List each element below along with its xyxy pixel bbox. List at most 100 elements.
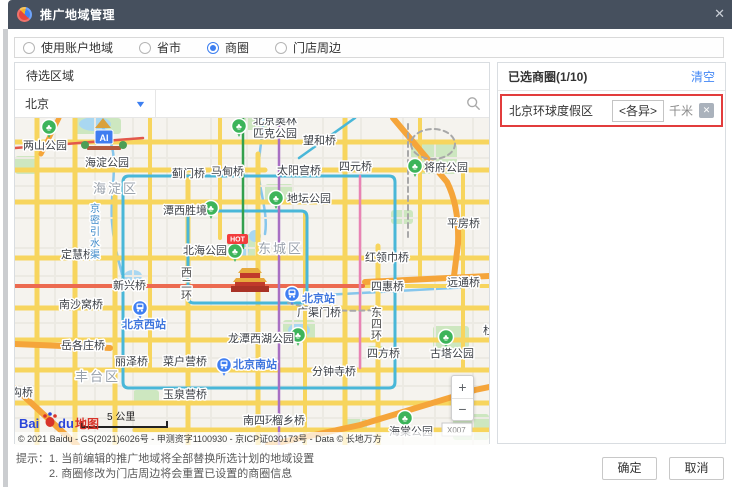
radius-unit-label: 千米	[668, 104, 693, 118]
mode-radio-label: 门店周边	[293, 41, 342, 55]
map-label: 远通桥	[447, 276, 480, 289]
map-label: 海淀区	[93, 181, 138, 196]
map-label: 东城区	[258, 241, 303, 256]
map-label: 北京西站	[122, 317, 166, 331]
map-label: 龙潭西湖公园	[228, 332, 294, 345]
map-label: 海淀公园	[85, 155, 129, 169]
mode-radio-1[interactable]: 省市	[139, 39, 181, 56]
map-label: 四方桥	[367, 346, 400, 360]
svg-text:♣: ♣	[443, 333, 449, 343]
confirm-button[interactable]: 确定	[602, 457, 657, 480]
map-label: 北海公园	[183, 243, 227, 257]
map-label: 潭西胜境	[163, 203, 207, 217]
hint-line-1: 1. 当前编辑的推广地域将全部替换所选计划的地域设置	[49, 453, 315, 465]
map-label: 地坛公园	[287, 192, 331, 205]
candidate-area-panel: 待选区域 北京 ▼ AI ♣ ♣ ♣ ♣ ♣ ♣ HOT ♣ ♣ ♣ 北京奥林 匹克公园 两山公园 望和桥海…	[14, 62, 490, 445]
search-input[interactable]	[156, 90, 489, 117]
radio-icon[interactable]	[23, 41, 35, 54]
map-label: 蓟门桥	[172, 166, 205, 180]
map-label: 菜户营桥	[163, 354, 207, 368]
map-label: 北京奥林	[253, 118, 297, 127]
close-icon[interactable]: ✕	[714, 6, 725, 22]
mode-radio-label: 使用账户地域	[41, 41, 114, 55]
map-label: 新兴桥	[113, 278, 146, 292]
svg-text:AI: AI	[100, 133, 109, 143]
map-zoom-control: + −	[451, 375, 474, 421]
selected-zones-panel: 已选商圈(1/10) 清空 北京环球度假区 千米 ✕	[497, 62, 726, 444]
svg-text:du: du	[58, 416, 74, 431]
map-label: 广渠门桥	[297, 305, 341, 319]
svg-text:♣: ♣	[273, 194, 279, 204]
map-toolbar: 北京 ▼	[15, 90, 489, 118]
screen: 推广地域管理 ✕ 使用账户地域 省市 商圈 门店周边 待选区域 北京 ▼ AI ♣ ♣ ♣	[0, 0, 732, 487]
app-logo-icon	[17, 7, 32, 22]
mode-radio-label: 省市	[157, 41, 182, 55]
map-label: 平房桥	[447, 217, 480, 230]
map-label: 分钟寺桥	[312, 364, 356, 378]
map-label: 丽泽桥	[115, 355, 148, 368]
map-attribution-text: © 2021 Baidu - GS(2021)6026号 - 甲测资字11009…	[18, 433, 382, 444]
svg-text:♣: ♣	[232, 247, 238, 257]
hint-prefix: 提示：	[16, 453, 49, 465]
map-label: 四惠桥	[371, 279, 404, 293]
city-select[interactable]: 北京 ▼	[15, 90, 156, 117]
radio-selected-icon[interactable]	[207, 41, 220, 54]
svg-text:5 公里: 5 公里	[107, 411, 135, 423]
chevron-down-icon: ▼	[134, 98, 147, 109]
map-label-vertical: 西二环	[181, 267, 192, 302]
search-icon[interactable]	[466, 96, 481, 111]
svg-text:♣: ♣	[236, 122, 242, 132]
radio-icon[interactable]	[139, 41, 152, 54]
radius-input[interactable]	[611, 99, 664, 122]
clear-all-link[interactable]: 清空	[691, 68, 715, 85]
map-label: 四元桥	[339, 160, 372, 173]
map-label: 红领巾桥	[365, 250, 409, 264]
map-label: 太阳宫桥	[277, 163, 321, 177]
map-label-vertical: 京密引水渠	[90, 202, 100, 261]
map-label: 北京站	[302, 291, 335, 305]
map-label: 岳各庄桥	[61, 338, 105, 352]
mode-radio-2[interactable]: 商圈	[207, 39, 249, 56]
map-label: 望和桥	[303, 134, 336, 147]
svg-text:♣: ♣	[46, 123, 52, 133]
svg-text:♣: ♣	[412, 162, 418, 172]
zoom-in-button[interactable]: +	[452, 376, 473, 399]
svg-text:♣: ♣	[208, 204, 214, 214]
map-label: 丰台区	[75, 369, 120, 384]
svg-text:地图: 地图	[75, 416, 99, 431]
svg-text:♣: ♣	[295, 331, 301, 341]
map-label: 马甸桥	[211, 165, 244, 178]
map-label: 榴乡桥	[272, 413, 305, 427]
map-label: 沟桥	[15, 386, 33, 399]
map-label: 匹克公园	[253, 127, 297, 140]
selected-panel-header: 已选商圈(1/10) 清空	[498, 63, 725, 91]
map-label: 杜	[483, 323, 489, 337]
beijing-map-svg: AI ♣ ♣ ♣ ♣ ♣ ♣ HOT ♣ ♣ ♣ 北京奥林匹克公园两山公园 望和桥海淀公园 将府公园 四元桥…	[15, 118, 489, 445]
selected-zone-name: 北京环球度假区	[509, 104, 594, 118]
selected-zone-row: 北京环球度假区 千米 ✕	[500, 94, 723, 127]
map-label: 北京南站	[233, 357, 277, 371]
map-label: 南沙窝桥	[59, 297, 103, 311]
map-canvas[interactable]: AI ♣ ♣ ♣ ♣ ♣ ♣ HOT ♣ ♣ ♣ 北京奥林 匹克公园两山公园 望和桥海淀公园 将府公园 四元桥…	[15, 118, 489, 445]
mode-radio-3[interactable]: 门店周边	[275, 39, 341, 56]
map-label: 两山公园	[23, 139, 67, 152]
region-management-dialog: 推广地域管理 ✕ 使用账户地域 省市 商圈 门店周边 待选区域 北京 ▼ AI ♣ ♣ ♣	[8, 0, 732, 487]
mode-radio-0[interactable]: 使用账户地域	[23, 39, 113, 56]
zoom-out-button[interactable]: −	[452, 399, 473, 421]
dialog-title: 推广地域管理	[40, 8, 116, 22]
map-label-vertical: 东四环	[371, 306, 382, 342]
svg-text:HOT: HOT	[230, 237, 246, 244]
footer-hints: 提示： 1. 当前编辑的推广地域将全部替换所选计划的地域设置 2. 商圈修改为门…	[16, 452, 314, 482]
map-label: 玉泉营桥	[163, 387, 207, 401]
svg-text:Bai: Bai	[19, 416, 39, 431]
radio-icon[interactable]	[275, 41, 288, 54]
cancel-button[interactable]: 取消	[669, 457, 724, 480]
region-mode-radio-group: 使用账户地域 省市 商圈 门店周边	[14, 37, 724, 58]
svg-text:♣: ♣	[402, 414, 408, 424]
selected-panel-title: 已选商圈(1/10)	[508, 70, 588, 84]
map-label: 将府公园	[424, 160, 468, 174]
mode-radio-label: 商圈	[225, 41, 250, 55]
remove-zone-button[interactable]: ✕	[699, 103, 714, 118]
hint-line-2: 2. 商圈修改为门店周边将会重置已设置的商圈信息	[49, 468, 293, 480]
city-select-value: 北京	[25, 97, 50, 111]
